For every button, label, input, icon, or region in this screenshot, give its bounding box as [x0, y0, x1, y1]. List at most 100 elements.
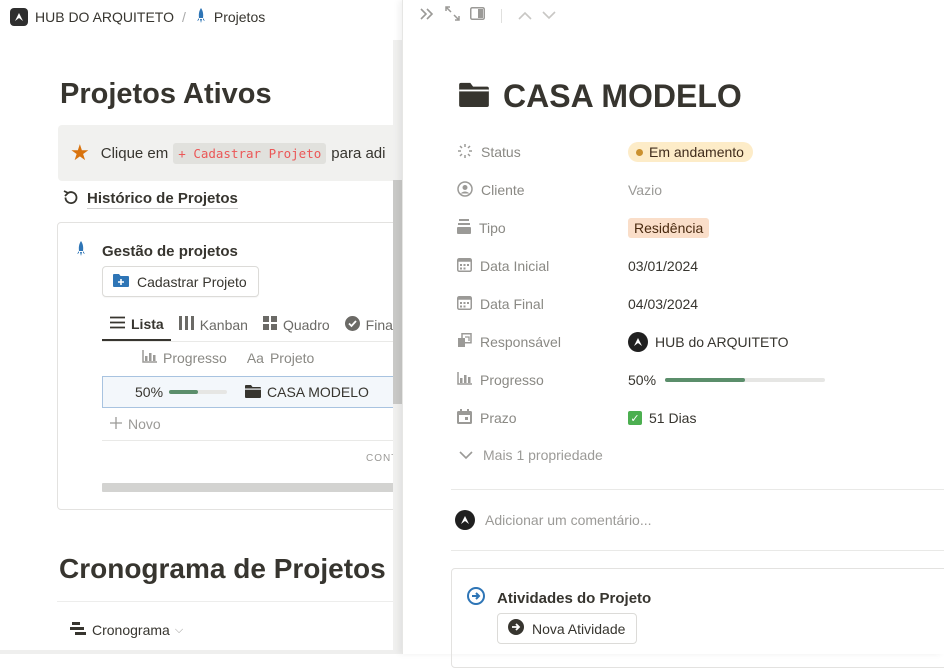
plus-icon	[110, 416, 122, 432]
property-cliente[interactable]: Cliente Vazio	[457, 171, 937, 209]
rocket-icon	[194, 7, 208, 27]
chevron-down-icon: ⌵	[174, 623, 184, 636]
property-value[interactable]: HUB do ARQUITETO	[628, 332, 789, 352]
panel-toolbar	[419, 6, 556, 26]
column-projeto[interactable]: Aa Projeto	[247, 350, 314, 366]
tab-quadro[interactable]: Quadro	[255, 308, 337, 341]
timeline-view-selector[interactable]: Cronograma ⌵	[70, 622, 183, 638]
folder-icon[interactable]	[459, 78, 489, 115]
database-title-label: Gestão de projetos	[102, 242, 238, 260]
tab-finalizados[interactable]: Fina	[337, 308, 400, 341]
column-projeto-label: Projeto	[269, 350, 315, 366]
tab-finalizados-label: Fina	[365, 316, 393, 333]
row-progress-fill	[169, 390, 198, 394]
text-icon: Aa	[246, 350, 264, 366]
kanban-icon	[178, 316, 194, 333]
page-title-text[interactable]: CASA MODELO	[503, 78, 742, 115]
responsavel-name: HUB do ARQUITETO	[655, 334, 789, 350]
tab-quadro-label: Quadro	[282, 316, 330, 333]
breadcrumb-page[interactable]: Projetos	[214, 9, 265, 25]
star-icon: ★	[70, 140, 90, 165]
chart-icon	[457, 372, 472, 388]
property-name: Progresso	[457, 372, 628, 388]
workspace-logo-icon[interactable]	[10, 8, 28, 26]
stack-icon	[457, 219, 471, 237]
horizontal-scrollbar[interactable]	[102, 483, 402, 492]
close-panel-icon[interactable]	[419, 7, 435, 26]
row-project-cell[interactable]: CASA MODELO	[245, 384, 369, 401]
property-label: Cliente	[481, 182, 525, 198]
property-value[interactable]: 50%	[628, 372, 826, 388]
property-label: Tipo	[479, 220, 506, 236]
column-progresso-label: Progresso	[163, 350, 227, 366]
column-progresso[interactable]: Progresso	[142, 350, 227, 366]
cadastrar-projeto-label: Cadastrar Projeto	[137, 273, 247, 290]
property-label: Progresso	[480, 372, 544, 388]
avatar	[628, 332, 648, 352]
progress-fill	[665, 378, 746, 382]
divider	[102, 440, 402, 441]
property-value[interactable]: 04/03/2024	[628, 296, 698, 312]
rocket-icon	[74, 240, 88, 262]
calendar-icon	[457, 257, 472, 275]
property-label: Prazo	[480, 410, 517, 426]
list-icon	[110, 316, 125, 332]
comment-input[interactable]: Adicionar um comentário...	[455, 510, 652, 530]
property-tipo[interactable]: Tipo Residência	[457, 209, 937, 247]
status-text: Em andamento	[649, 144, 744, 160]
property-progresso[interactable]: Progresso 50%	[457, 361, 937, 399]
cadastrar-projeto-button[interactable]: Cadastrar Projeto	[102, 266, 259, 297]
divider	[451, 550, 944, 551]
person-icon	[457, 180, 473, 200]
property-value[interactable]: Residência	[628, 218, 710, 238]
property-label: Data Inicial	[480, 258, 550, 274]
arrow-right-circle-icon	[508, 619, 524, 638]
expand-icon[interactable]	[445, 6, 460, 26]
row-project-name: CASA MODELO	[267, 384, 369, 400]
divider	[57, 601, 402, 602]
view-tabs: Lista Kanban Quadro Fina	[102, 308, 402, 342]
section-title: Cronograma de Projetos	[59, 553, 386, 584]
property-value[interactable]: ✓ 51 Dias	[628, 410, 696, 426]
property-responsavel[interactable]: Responsável HUB do ARQUITETO	[457, 323, 937, 361]
property-prazo[interactable]: Prazo ✓ 51 Dias	[457, 399, 937, 437]
tipo-tag: Residência	[628, 218, 710, 238]
chevron-down-icon[interactable]	[542, 7, 556, 25]
tab-lista[interactable]: Lista	[102, 308, 171, 341]
property-name: Cliente	[457, 180, 628, 200]
new-row-button[interactable]: Novo	[110, 416, 161, 432]
property-value[interactable]: Vazio	[628, 182, 662, 198]
nova-atividade-button[interactable]: Nova Atividade	[497, 613, 638, 644]
divider	[451, 489, 944, 490]
more-properties-label: Mais 1 propriedade	[483, 447, 603, 463]
table-row[interactable]: 50% CASA MODELO	[102, 376, 402, 408]
property-name: Data Inicial	[457, 257, 628, 275]
bottom-edge	[0, 650, 402, 654]
property-value[interactable]: Em andamento	[628, 142, 753, 162]
callout-suffix: para adi	[331, 144, 386, 162]
chevron-up-icon[interactable]	[518, 7, 532, 25]
nova-atividade-label: Nova Atividade	[532, 620, 626, 637]
breadcrumb-workspace[interactable]: HUB DO ARQUITETO	[35, 9, 174, 25]
history-link[interactable]: Histórico de Projetos	[62, 189, 238, 210]
property-value[interactable]: 03/01/2024	[628, 258, 698, 274]
property-label: Status	[481, 144, 521, 160]
property-data-final[interactable]: Data Final 04/03/2024	[457, 285, 937, 323]
rollup-icon	[457, 333, 472, 351]
property-name: Status	[457, 143, 628, 162]
property-status[interactable]: Status Em andamento	[457, 133, 937, 171]
property-data-inicial[interactable]: Data Inicial 03/01/2024	[457, 247, 937, 285]
property-label: Responsável	[480, 334, 561, 350]
vertical-scrollbar[interactable]	[393, 180, 402, 404]
avatar	[455, 510, 475, 530]
tab-kanban[interactable]: Kanban	[171, 308, 255, 341]
chart-icon	[142, 350, 157, 366]
more-properties-toggle[interactable]: Mais 1 propriedade	[459, 447, 603, 463]
side-peek-icon[interactable]	[470, 7, 485, 25]
progress-value: 50%	[628, 372, 657, 388]
chevron-down-icon	[459, 447, 473, 463]
breadcrumb-separator: /	[181, 9, 186, 25]
calendar-icon	[457, 295, 472, 313]
page-title: CASA MODELO	[459, 78, 742, 115]
calendar-clock-icon	[457, 409, 472, 427]
